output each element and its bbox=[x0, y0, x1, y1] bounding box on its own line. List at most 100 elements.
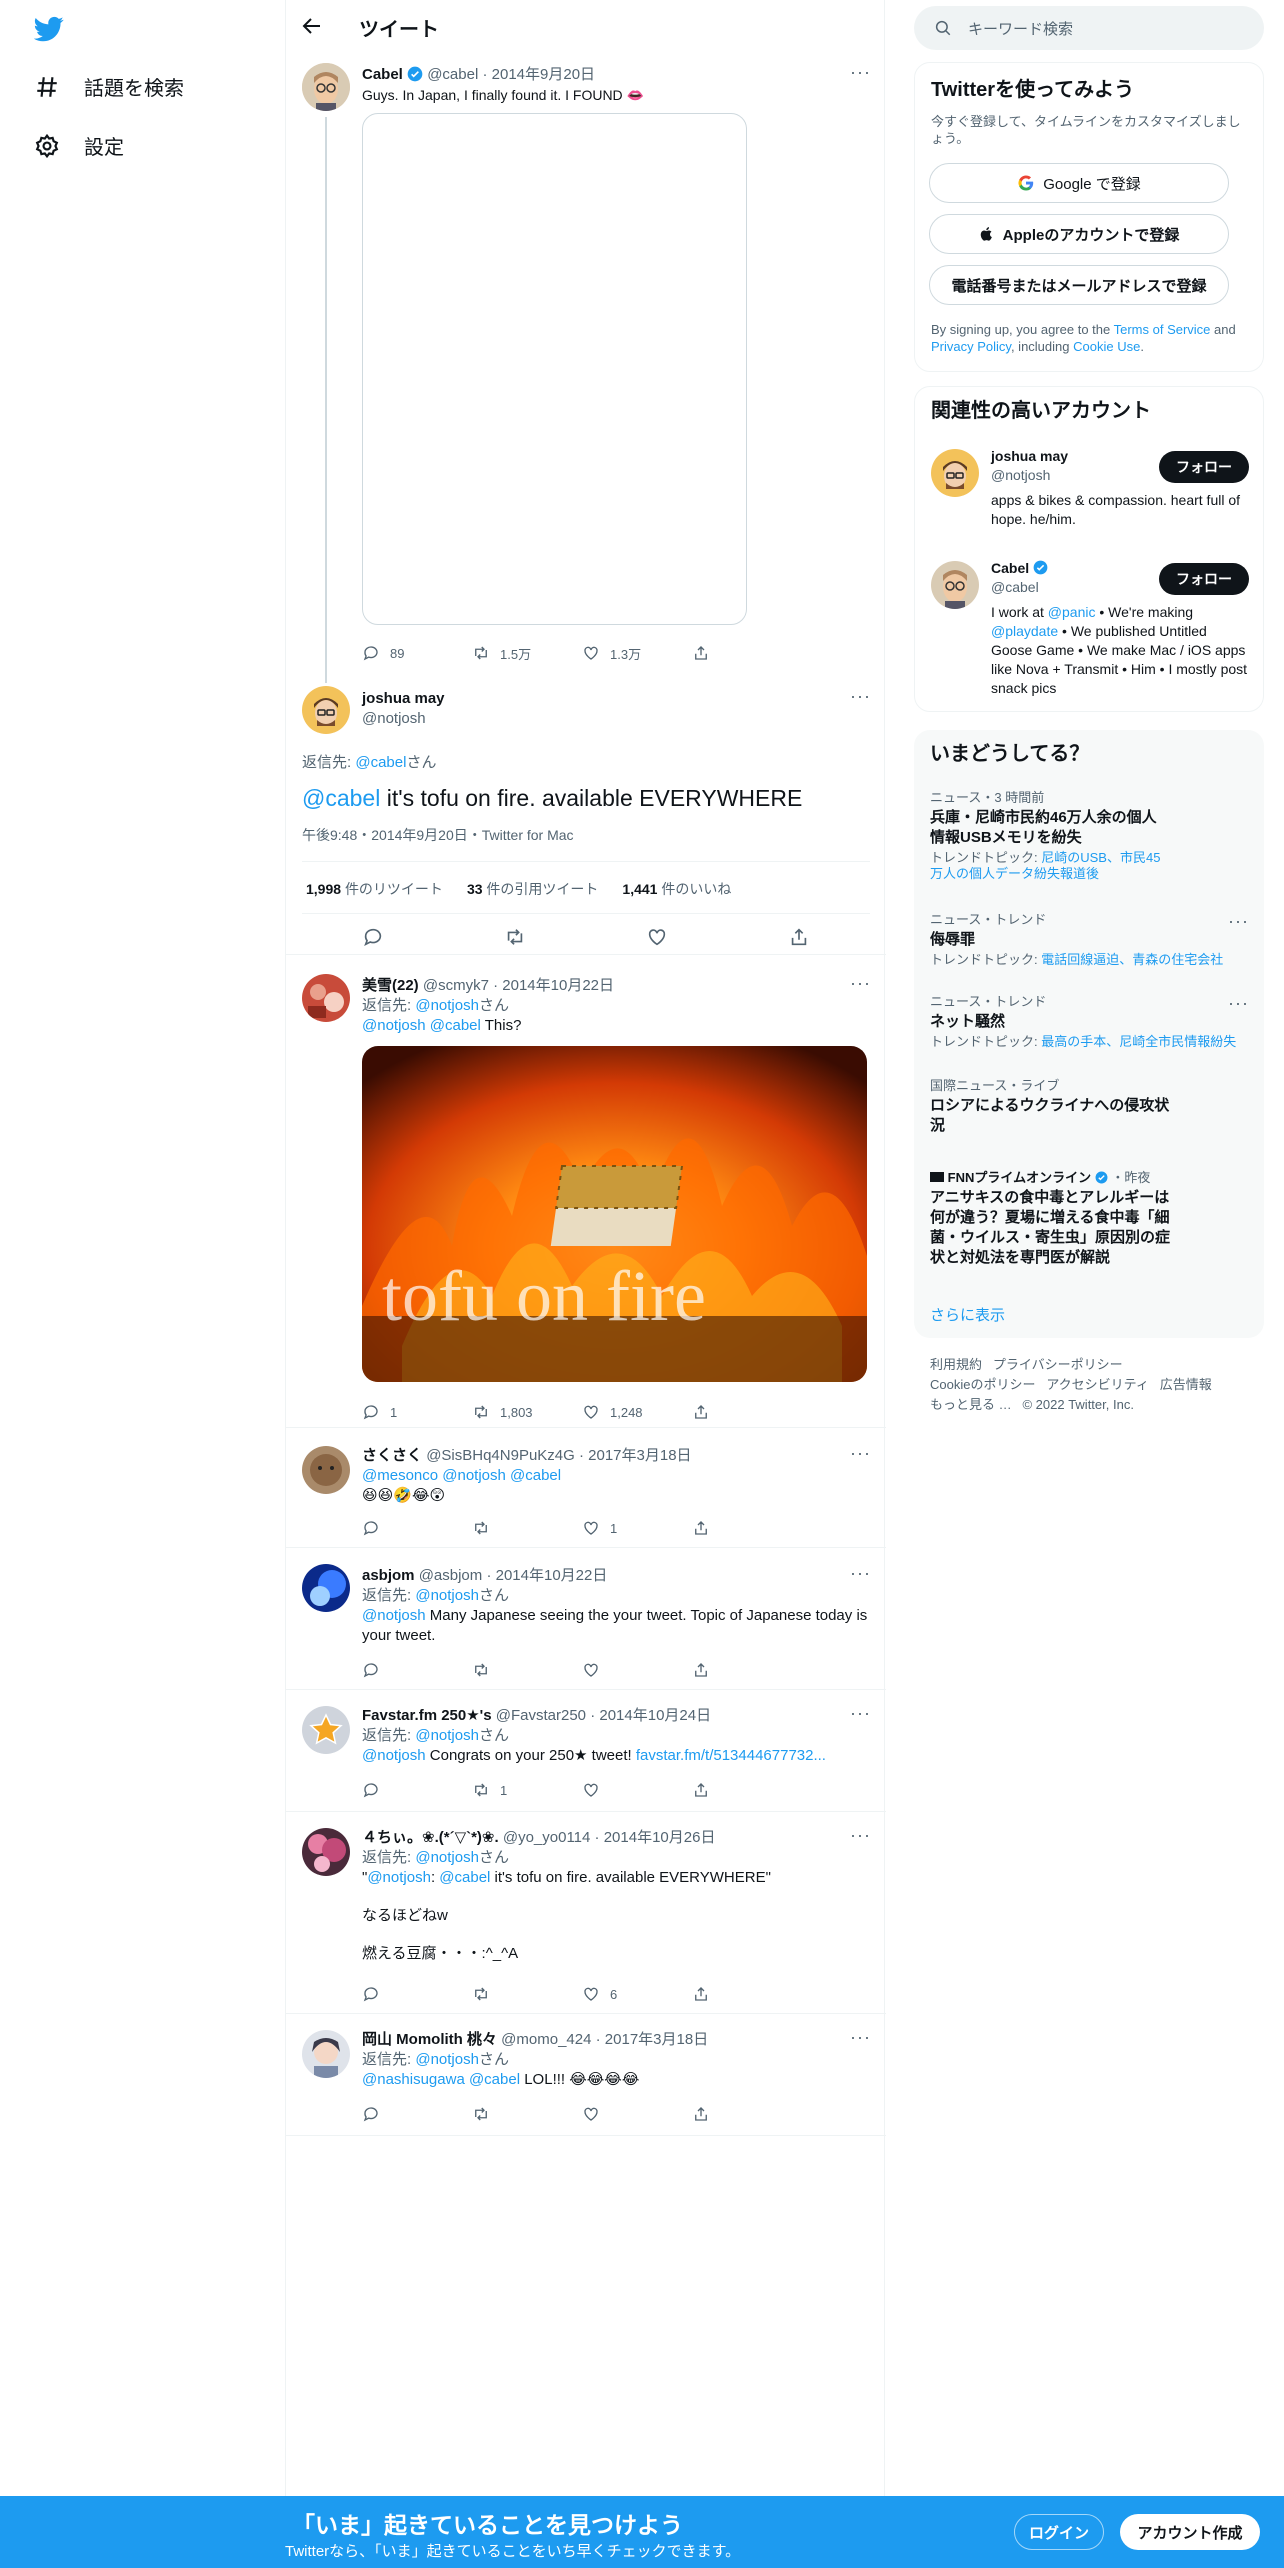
author-name[interactable]: さくさく bbox=[362, 1447, 422, 1464]
mention-link[interactable]: @notjosh bbox=[362, 1607, 426, 1624]
cookie-link[interactable]: Cookie Use bbox=[1073, 339, 1140, 354]
more-options-icon[interactable]: ··· bbox=[850, 974, 870, 998]
mention-link[interactable]: @panic bbox=[1048, 604, 1096, 620]
retweet-button[interactable]: 1,803 bbox=[472, 1402, 582, 1422]
avatar[interactable] bbox=[931, 449, 979, 497]
like-button[interactable]: 6 bbox=[582, 1984, 692, 2004]
tweet-media-placeholder[interactable] bbox=[362, 113, 747, 625]
reply-button[interactable] bbox=[362, 1780, 472, 1800]
mention-link[interactable]: @playdate bbox=[991, 623, 1058, 639]
avatar[interactable] bbox=[302, 2030, 350, 2078]
mention-link[interactable]: @cabel bbox=[439, 1869, 490, 1886]
tweet-date[interactable]: 2014年10月22日 bbox=[502, 977, 614, 994]
terms-link[interactable]: Terms of Service bbox=[1114, 322, 1211, 337]
nav-settings[interactable]: 設定 bbox=[34, 131, 124, 160]
trend-item[interactable]: ニュース・3 時間前 兵庫・尼崎市民約46万人余の個人情報USBメモリを紛失 ト… bbox=[930, 790, 1250, 882]
retweet-icon[interactable] bbox=[504, 926, 526, 948]
search-bar[interactable]: キーワード検索 bbox=[914, 6, 1264, 50]
reply-tweet[interactable]: asbjom @asbjom · 2014年10月22日 返信先: @notjo… bbox=[286, 1548, 886, 1688]
tweet-date[interactable]: 2014年10月26日 bbox=[604, 1829, 716, 1846]
show-more-link[interactable]: さらに表示 bbox=[930, 1304, 1005, 1325]
reply-to-link[interactable]: @notjosh bbox=[415, 2051, 479, 2068]
reply-button[interactable] bbox=[362, 2104, 472, 2124]
share-button[interactable] bbox=[692, 1660, 802, 1680]
like-button[interactable]: 1 bbox=[582, 1518, 692, 1538]
tweet-meta[interactable]: 午後9:48・2014年9月20日・Twitter for Mac bbox=[302, 825, 574, 845]
avatar[interactable] bbox=[302, 974, 350, 1022]
more-options-icon[interactable]: ··· bbox=[850, 687, 870, 711]
account-item[interactable]: joshua may @notjosh フォロー apps & bikes & … bbox=[915, 443, 1265, 573]
reply-icon[interactable] bbox=[362, 926, 384, 948]
reply-button[interactable] bbox=[362, 1518, 472, 1538]
reply-to-link[interactable]: @cabel bbox=[355, 754, 406, 771]
mention-link[interactable]: @cabel bbox=[302, 785, 380, 811]
more-options-icon[interactable]: ··· bbox=[850, 1704, 870, 1728]
tweet-date[interactable]: 2017年3月18日 bbox=[588, 1447, 691, 1464]
footer-link[interactable]: アクセシビリティ bbox=[1046, 1377, 1149, 1392]
footer-link[interactable]: 広告情報 bbox=[1160, 1377, 1212, 1392]
reply-tweet[interactable]: 岡山 Momolith 桃々 @momo_424 · 2017年3月18日 返信… bbox=[286, 2014, 886, 2134]
phone-email-signup-button[interactable]: 電話番号またはメールアドレスで登録 bbox=[929, 265, 1229, 305]
retweet-button[interactable]: 1 bbox=[472, 1780, 582, 1800]
reply-to-link[interactable]: @notjosh bbox=[415, 1587, 479, 1604]
more-options-icon[interactable]: ··· bbox=[850, 63, 870, 87]
tweet-date[interactable]: 2017年3月18日 bbox=[605, 2031, 708, 2048]
privacy-link[interactable]: Privacy Policy bbox=[931, 339, 1011, 354]
footer-more-link[interactable]: もっと見る … bbox=[930, 1397, 1012, 1412]
more-options-icon[interactable]: ··· bbox=[1228, 912, 1248, 936]
share-button[interactable] bbox=[692, 643, 802, 663]
mention-link[interactable]: @notjosh bbox=[362, 1747, 426, 1764]
reply-button[interactable] bbox=[362, 1660, 472, 1680]
more-options-icon[interactable]: ··· bbox=[850, 1826, 870, 1850]
share-button[interactable] bbox=[692, 2104, 802, 2124]
reply-tweet[interactable]: 美雪(22) @scmyk7 · 2014年10月22日 返信先: @notjo… bbox=[286, 956, 886, 1426]
back-arrow-icon[interactable] bbox=[300, 14, 324, 38]
quote-stat[interactable]: 33 件の引用ツイート bbox=[467, 879, 598, 899]
mention-link[interactable]: @notjosh @cabel bbox=[362, 1017, 481, 1034]
heart-icon[interactable] bbox=[646, 926, 668, 948]
author-name[interactable]: joshua may bbox=[362, 689, 445, 709]
footer-link[interactable]: Cookieのポリシー bbox=[930, 1377, 1035, 1392]
author-name[interactable]: ４ちぃ。❀.(*´▽`*)❀. bbox=[362, 1829, 499, 1846]
share-button[interactable] bbox=[692, 1518, 802, 1538]
share-button[interactable] bbox=[692, 1780, 802, 1800]
avatar[interactable] bbox=[302, 63, 350, 111]
like-button[interactable] bbox=[582, 2104, 692, 2124]
like-button[interactable]: 1,248 bbox=[582, 1402, 692, 1422]
twitter-logo-icon[interactable] bbox=[34, 14, 64, 44]
nav-explore[interactable]: 話題を検索 bbox=[34, 72, 184, 101]
apple-signup-button[interactable]: Appleのアカウントで登録 bbox=[929, 214, 1229, 254]
like-button[interactable]: 1.3万 bbox=[582, 643, 692, 663]
reply-button[interactable]: 1 bbox=[362, 1402, 472, 1422]
tweet-date[interactable]: 2014年10月22日 bbox=[496, 1567, 608, 1584]
retweet-button[interactable] bbox=[472, 2104, 582, 2124]
login-button[interactable]: ログイン bbox=[1014, 2514, 1104, 2550]
share-button[interactable] bbox=[692, 1984, 802, 2004]
retweet-stat[interactable]: 1,998 件のリツイート bbox=[306, 879, 443, 899]
reply-button[interactable] bbox=[362, 1984, 472, 2004]
account-name[interactable]: Cabel bbox=[991, 560, 1029, 576]
follow-button[interactable]: フォロー bbox=[1159, 563, 1249, 595]
mention-link[interactable]: @nashisugawa @cabel bbox=[362, 2071, 520, 2088]
retweet-button[interactable] bbox=[472, 1984, 582, 2004]
mention-link[interactable]: @notjosh bbox=[367, 1869, 431, 1886]
url-link[interactable]: favstar.fm/t/513444677732... bbox=[636, 1747, 826, 1764]
trend-item[interactable]: ニュース・トレンド ネット騒然 トレンドトピック: 最高の手本、尼崎全市民情報紛… bbox=[930, 994, 1250, 1050]
author-name[interactable]: Cabel bbox=[362, 66, 403, 83]
reply-button[interactable]: 89 bbox=[362, 643, 472, 663]
avatar[interactable] bbox=[302, 1828, 350, 1876]
like-button[interactable] bbox=[582, 1660, 692, 1680]
like-stat[interactable]: 1,441 件のいいね bbox=[622, 879, 731, 899]
avatar[interactable] bbox=[302, 1564, 350, 1612]
avatar[interactable] bbox=[931, 561, 979, 609]
footer-link[interactable]: プライバシーポリシー bbox=[993, 1357, 1123, 1372]
author-name[interactable]: asbjom bbox=[362, 1567, 415, 1584]
reply-tweet[interactable]: ４ちぃ。❀.(*´▽`*)❀. @yo_yo0114 · 2014年10月26日… bbox=[286, 1812, 886, 2012]
reply-to-link[interactable]: @notjosh bbox=[415, 1727, 479, 1744]
more-options-icon[interactable]: ··· bbox=[850, 1444, 870, 1468]
author-name[interactable]: Favstar.fm 250★'s bbox=[362, 1707, 492, 1724]
google-signup-button[interactable]: Google で登録 bbox=[929, 163, 1229, 203]
author-name[interactable]: 岡山 Momolith 桃々 bbox=[362, 2031, 497, 2048]
avatar[interactable] bbox=[302, 1446, 350, 1494]
trend-item[interactable]: ニュース・トレンド 侮辱罪 トレンドトピック: 電話回線逼迫、青森の住宅会社 bbox=[930, 912, 1250, 968]
